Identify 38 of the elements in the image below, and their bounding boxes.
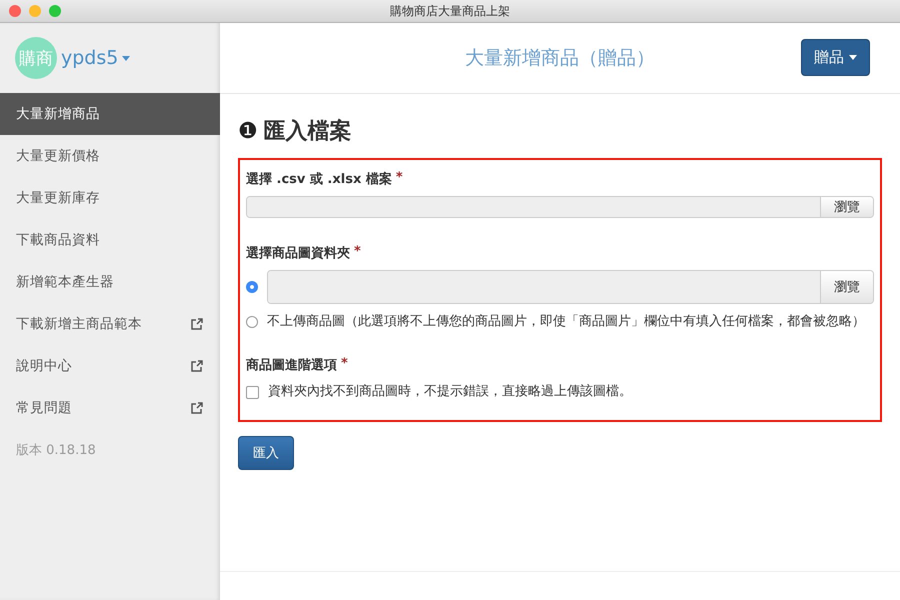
folder-field[interactable]: 瀏覽 <box>267 270 874 304</box>
browse-button[interactable]: 瀏覽 <box>820 271 873 303</box>
sidebar-item[interactable]: 下載商品資料 <box>0 219 220 261</box>
field-label: 選擇商品圖資料夾 <box>246 244 350 262</box>
option-label: 不上傳商品圖（此選項將不上傳您的商品圖片，即使「商品圖片」欄位中有填入任何檔案，都會被忽略） <box>267 313 865 331</box>
caret-icon <box>849 55 857 60</box>
import-button[interactable]: 匯入 <box>238 436 294 470</box>
sidebar-item[interactable]: 新增範本產生器 <box>0 261 220 303</box>
browse-button[interactable]: 瀏覽 <box>820 197 873 217</box>
radio-button[interactable] <box>246 316 258 328</box>
sidebar-item[interactable]: 常見問題 <box>0 387 220 429</box>
checkbox[interactable] <box>246 386 259 398</box>
section-title: 匯入檔案 <box>264 118 352 146</box>
version-text: 版本 0.18.18 <box>15 442 97 460</box>
window-title: 購物商店大量商品上架 <box>390 2 510 20</box>
file-field[interactable]: 瀏覽 <box>246 196 874 218</box>
required-mark: * <box>354 244 361 259</box>
page-title: 大量新增商品（贈品） <box>465 46 655 71</box>
sidebar-item[interactable]: 大量新增商品 <box>0 93 220 135</box>
avatar: 購商 <box>15 37 57 79</box>
close-button[interactable] <box>9 5 21 17</box>
step-number: ❶ <box>238 118 258 144</box>
gift-menu-button[interactable]: 贈品 <box>801 39 870 76</box>
caret-icon <box>122 56 130 60</box>
option-label: 資料夾內找不到商品圖時，不提示錯誤，直接略過上傳該圖檔。 <box>268 383 632 401</box>
required-mark: * <box>341 356 348 371</box>
sidebar-item[interactable]: 下載新增主商品範本 <box>0 303 220 345</box>
required-mark: * <box>396 170 403 185</box>
external-link-icon <box>190 359 204 373</box>
sidebar-item[interactable]: 說明中心 <box>0 345 220 387</box>
sidebar-item[interactable]: 大量更新庫存 <box>0 177 220 219</box>
external-link-icon <box>190 317 204 331</box>
sidebar-item[interactable]: 大量更新價格 <box>0 135 220 177</box>
field-label: 商品圖進階選項 <box>246 356 337 374</box>
field-label: 選擇 .csv 或 .xlsx 檔案 <box>246 170 392 188</box>
radio-button[interactable] <box>246 281 258 293</box>
external-link-icon <box>190 401 204 415</box>
zoom-button[interactable] <box>49 5 61 17</box>
